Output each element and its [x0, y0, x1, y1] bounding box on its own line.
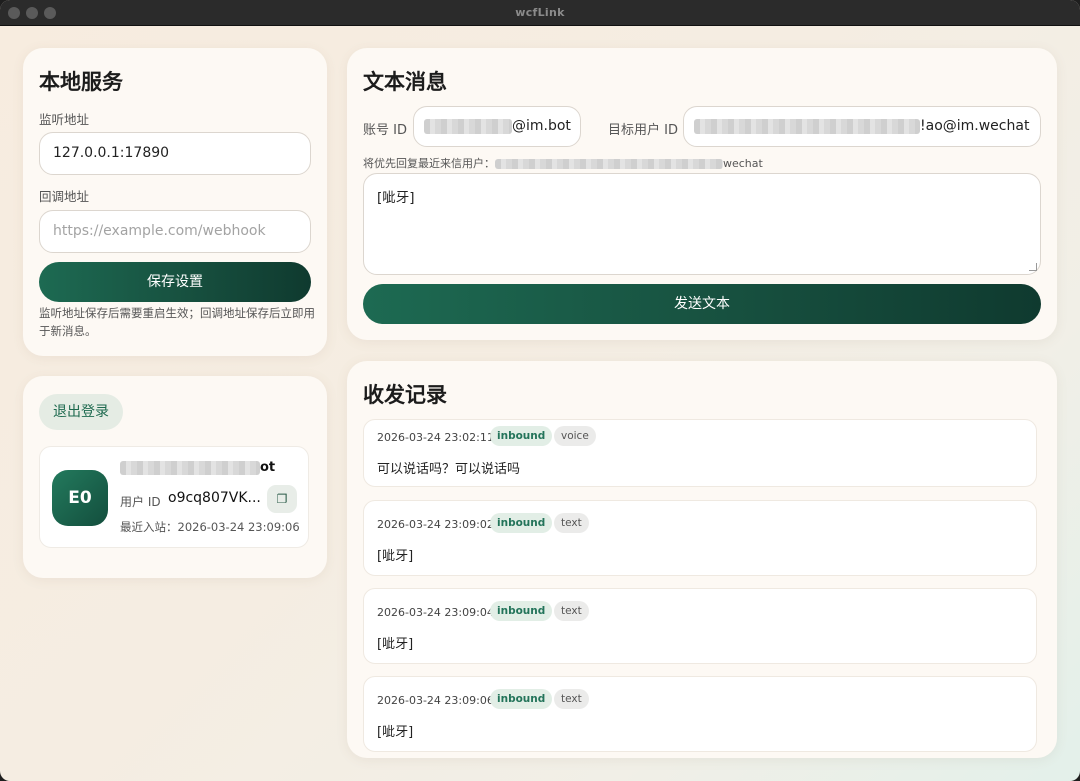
local-service-card: 本地服务 监听地址 127.0.0.1:17890 回调地址 https://e… [23, 48, 327, 356]
record-text: [呲牙] [377, 637, 414, 652]
direction-badge: inbound [490, 513, 553, 533]
type-badge: text [554, 513, 589, 533]
callback-address-label: 回调地址 [39, 189, 90, 204]
list-item: 2026-03-24 23:09:04 inbound text [呲牙] [363, 588, 1037, 664]
record-time: 2026-03-24 23:02:11 [377, 431, 494, 444]
reply-hint: 将优先回复最近来信用户： wechat [363, 155, 763, 171]
logout-button[interactable]: 退出登录 [39, 394, 123, 430]
copy-user-id-button[interactable]: ❐ [267, 485, 297, 513]
message-text: [呲牙] [377, 190, 415, 206]
user-id-label: 用户 ID [120, 495, 161, 509]
record-text: 可以说话吗？可以说话吗 [377, 462, 521, 477]
target-user-label: 目标用户 ID [608, 123, 678, 138]
type-badge: text [554, 689, 589, 709]
target-user-input[interactable]: !ao@im.wechat [683, 106, 1041, 147]
records-card: 收发记录 2026-03-24 23:02:11 inbound voice 可… [347, 361, 1057, 758]
callback-address-input[interactable]: https://example.com/webhook [39, 210, 311, 253]
user-id-value: o9cq807VK... [168, 490, 261, 506]
message-textarea[interactable]: [呲牙] [363, 173, 1041, 275]
list-item: 2026-03-24 23:09:06 inbound text [呲牙] [363, 676, 1037, 752]
title-bar: wcfLink [0, 0, 1080, 26]
listen-address-label: 监听地址 [39, 112, 90, 127]
window-title: wcfLink [515, 6, 565, 19]
type-badge: text [554, 601, 589, 621]
account-card: 退出登录 E0 ot 用户 ID o9cq807VK... ❐ 最近入站：202… [23, 376, 327, 578]
redacted-target [694, 118, 920, 134]
app-window: wcfLink 本地服务 监听地址 127.0.0.1:17890 回调地址 h… [0, 0, 1080, 781]
direction-badge: inbound [490, 689, 553, 709]
target-user-suffix: !ao@im.wechat [920, 118, 1030, 134]
record-time: 2026-03-24 23:09:04 [377, 606, 494, 619]
save-settings-button[interactable]: 保存设置 [39, 262, 311, 302]
account-id-input[interactable]: @im.bot [413, 106, 581, 147]
last-inbound-value: 2026-03-24 23:09:06 [177, 520, 300, 534]
record-text: [呲牙] [377, 549, 414, 564]
user-name: ot [120, 460, 275, 475]
local-service-title: 本地服务 [39, 70, 123, 94]
settings-note: 监听地址保存后需要重启生效；回调地址保存后立即用于新消息。 [39, 306, 315, 338]
user-name-suffix: ot [260, 460, 276, 475]
redacted-recent-user [495, 159, 723, 169]
resize-handle[interactable] [1029, 263, 1037, 271]
redacted-name [120, 460, 260, 475]
list-item: 2026-03-24 23:02:11 inbound voice 可以说话吗？… [363, 419, 1037, 487]
listen-address-input[interactable]: 127.0.0.1:17890 [39, 132, 311, 175]
avatar: E0 [52, 470, 108, 526]
redacted-account [424, 118, 512, 134]
text-message-card: 文本消息 账号 ID @im.bot 目标用户 ID !ao@im.wechat… [347, 48, 1057, 340]
direction-badge: inbound [490, 601, 553, 621]
direction-badge: inbound [490, 426, 553, 446]
text-message-title: 文本消息 [363, 70, 447, 94]
last-inbound: 最近入站：2026-03-24 23:09:06 [120, 519, 300, 535]
account-id-label: 账号 ID [363, 123, 407, 138]
record-time: 2026-03-24 23:09:02 [377, 518, 494, 531]
record-text: [呲牙] [377, 725, 414, 740]
record-time: 2026-03-24 23:09:06 [377, 694, 494, 707]
reply-hint-prefix: 将优先回复最近来信用户： [363, 157, 495, 170]
copy-icon: ❐ [276, 492, 288, 506]
records-title: 收发记录 [363, 383, 447, 407]
type-badge: voice [554, 426, 596, 446]
reply-hint-suffix: wechat [723, 157, 763, 170]
list-item: 2026-03-24 23:09:02 inbound text [呲牙] [363, 500, 1037, 576]
account-id-suffix: @im.bot [512, 118, 571, 134]
user-card: E0 ot 用户 ID o9cq807VK... ❐ 最近入站：2026-03-… [39, 446, 309, 548]
last-inbound-label: 最近入站： [120, 520, 178, 534]
send-text-button[interactable]: 发送文本 [363, 284, 1041, 324]
